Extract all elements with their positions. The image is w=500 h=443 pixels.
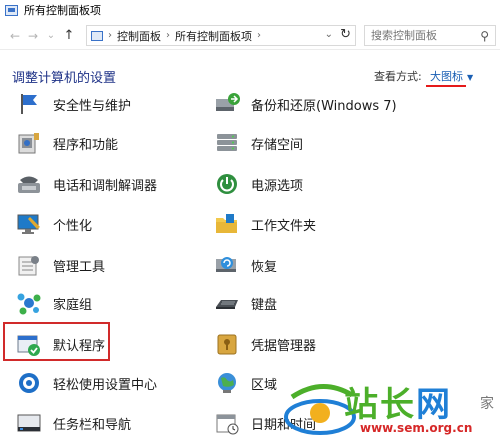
flag-icon bbox=[14, 92, 44, 119]
calendar-icon bbox=[212, 408, 242, 438]
taskbar-icon bbox=[14, 408, 44, 438]
breadcrumb-separator[interactable]: › bbox=[108, 30, 112, 41]
item-label: 轻松使用设置中心 bbox=[53, 377, 158, 393]
breadcrumb-separator[interactable]: › bbox=[257, 30, 261, 41]
item-work-folders[interactable]: 工作文件夹 bbox=[212, 206, 316, 242]
item-phone-modem[interactable]: 电话和调制解调器 bbox=[14, 166, 157, 202]
item-ease-of-access[interactable]: 轻松使用设置中心 bbox=[14, 365, 157, 401]
breadcrumb-control-panel[interactable]: 控制面板 bbox=[117, 28, 161, 44]
item-keyboard[interactable]: 键盘 bbox=[212, 285, 277, 321]
item-label: 程序和功能 bbox=[53, 137, 119, 153]
page-title: 调整计算机的设置 bbox=[12, 71, 117, 86]
item-label: 区域 bbox=[251, 377, 278, 393]
ease-of-access-icon bbox=[14, 368, 44, 398]
control-panel-icon bbox=[5, 4, 18, 16]
item-label: 工作文件夹 bbox=[251, 218, 317, 234]
view-mode-dropdown[interactable]: 大图标 ▼ bbox=[430, 68, 473, 84]
breadcrumb-separator[interactable]: › bbox=[166, 30, 170, 41]
watermark-side-text: 家 bbox=[480, 396, 494, 412]
storage-icon bbox=[212, 128, 242, 158]
item-credential-manager[interactable]: 凭据管理器 bbox=[212, 326, 316, 362]
folder-icon bbox=[212, 209, 242, 239]
item-recovery[interactable]: 恢复 bbox=[212, 247, 277, 283]
watermark-text-blue: 网 bbox=[416, 385, 452, 425]
item-storage-spaces[interactable]: 存储空间 bbox=[212, 125, 303, 161]
refresh-icon[interactable]: ↻ bbox=[340, 27, 351, 42]
recent-locations-dropdown[interactable]: ⌄ bbox=[42, 26, 60, 46]
item-label: 凭据管理器 bbox=[251, 338, 317, 354]
title-bar: 所有控制面板项 bbox=[0, 0, 500, 20]
item-backup-restore[interactable]: 备份和还原(Windows 7) bbox=[212, 92, 397, 122]
phone-modem-icon bbox=[14, 169, 44, 199]
item-taskbar-navigation[interactable]: 任务栏和导航 bbox=[14, 405, 131, 441]
backup-icon bbox=[212, 92, 242, 119]
programs-icon bbox=[14, 128, 44, 158]
item-admin-tools[interactable]: 管理工具 bbox=[14, 247, 105, 283]
search-box[interactable]: ⚲ bbox=[364, 25, 496, 46]
view-mode-value[interactable]: 大图标 bbox=[430, 70, 463, 83]
item-label: 存储空间 bbox=[251, 137, 304, 153]
item-label: 任务栏和导航 bbox=[53, 417, 132, 433]
breadcrumb-all-items[interactable]: 所有控制面板项 bbox=[175, 28, 252, 44]
watermark-text-green: 站长 bbox=[344, 385, 416, 425]
item-label: 管理工具 bbox=[53, 259, 106, 275]
forward-button[interactable]: → bbox=[24, 26, 42, 46]
item-label: 个性化 bbox=[53, 218, 93, 234]
search-icon[interactable]: ⚲ bbox=[480, 29, 489, 43]
credential-icon bbox=[212, 329, 242, 359]
item-homegroup[interactable]: 家庭组 bbox=[14, 285, 92, 321]
item-label: 恢复 bbox=[251, 259, 278, 275]
watermark-url: www.sem.org.cn bbox=[360, 421, 473, 435]
item-label: 键盘 bbox=[251, 297, 278, 313]
address-row: ← → ⌄ ↑ › 控制面板 › 所有控制面板项 › ⌄ ↻ ⚲ bbox=[0, 22, 500, 50]
admin-tools-icon bbox=[14, 250, 44, 280]
search-input[interactable] bbox=[371, 29, 471, 42]
view-mode-underline bbox=[426, 85, 466, 87]
address-dropdown-icon[interactable]: ⌄ bbox=[325, 29, 333, 40]
personalization-icon bbox=[14, 209, 44, 239]
power-icon bbox=[212, 169, 242, 199]
keyboard-icon bbox=[212, 288, 242, 318]
watermark-text: 站长网 bbox=[344, 377, 452, 426]
recovery-icon bbox=[212, 250, 242, 280]
item-label: 安全性与维护 bbox=[53, 98, 132, 114]
homegroup-icon bbox=[14, 288, 44, 318]
item-region[interactable]: 区域 bbox=[212, 365, 277, 401]
item-label: 电话和调制解调器 bbox=[53, 178, 158, 194]
item-label: 备份和还原(Windows 7) bbox=[251, 98, 397, 114]
item-personalization[interactable]: 个性化 bbox=[14, 206, 92, 242]
default-programs-highlight bbox=[3, 322, 110, 361]
back-button[interactable]: ← bbox=[6, 26, 24, 46]
watermark: 站长网 家 www.sem.org.cn bbox=[282, 377, 500, 443]
view-by-label: 查看方式: bbox=[374, 70, 422, 83]
chevron-down-icon[interactable]: ▼ bbox=[467, 73, 473, 82]
control-panel-icon bbox=[91, 30, 103, 41]
up-button[interactable]: ↑ bbox=[60, 26, 78, 46]
window-title: 所有控制面板项 bbox=[24, 4, 101, 17]
region-icon bbox=[212, 368, 242, 398]
item-programs-features[interactable]: 程序和功能 bbox=[14, 125, 118, 161]
address-bar[interactable]: › 控制面板 › 所有控制面板项 › ⌄ ↻ bbox=[86, 25, 356, 46]
item-power-options[interactable]: 电源选项 bbox=[212, 166, 303, 202]
item-label: 电源选项 bbox=[251, 178, 304, 194]
item-label: 家庭组 bbox=[53, 297, 93, 313]
item-security-maintenance[interactable]: 安全性与维护 bbox=[14, 92, 131, 122]
